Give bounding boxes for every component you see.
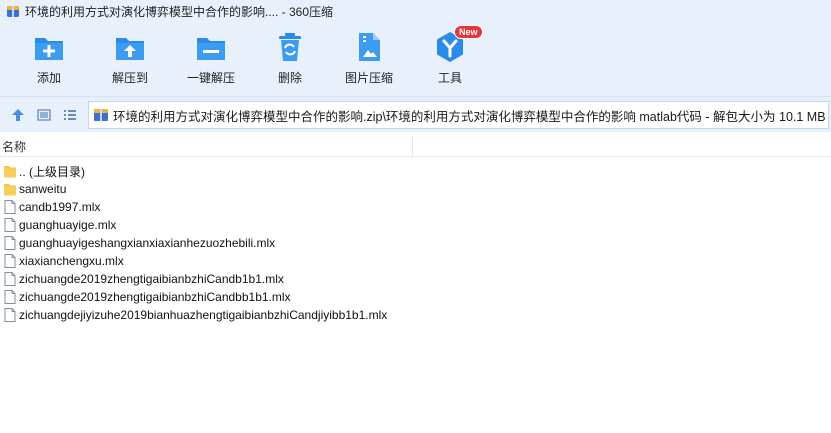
one-click-extract-icon: [197, 38, 225, 60]
title-bar: 环境的利用方式对演化博弈模型中合作的影响.... - 360压缩: [0, 0, 831, 22]
thumbnail-view-icon: [37, 109, 51, 121]
window-title: 环境的利用方式对演化博弈模型中合作的影响.... - 360压缩: [25, 4, 334, 19]
file-icon: [4, 236, 16, 250]
extract-to-label: 解压到: [111, 71, 148, 85]
tools-button[interactable]: New 工具: [415, 25, 485, 92]
folder-icon: [4, 166, 16, 178]
one-click-extract-label: 一键解压: [186, 71, 235, 85]
delete-icon: [279, 33, 301, 61]
file-name: zichuangde2019zhengtigaibianbzhiCandb1b1…: [19, 272, 284, 286]
image-compress-button[interactable]: 图片压缩: [334, 30, 404, 92]
file-name: guanghuayige.mlx: [19, 218, 117, 232]
list-item[interactable]: xiaxianchengxu.mlx: [0, 252, 831, 270]
file-list: .. (上级目录) sanweitu candb1997.mlx guanghu…: [0, 162, 831, 324]
file-icon: [4, 290, 16, 304]
extract-to-button[interactable]: 解压到: [95, 30, 165, 92]
column-header: 名称: [0, 137, 831, 157]
list-item[interactable]: candb1997.mlx: [0, 198, 831, 216]
list-item[interactable]: guanghuayigeshangxianxiaxianhezuozhebili…: [0, 234, 831, 252]
new-badge: New: [454, 25, 483, 39]
up-level-button[interactable]: [9, 106, 27, 124]
list-item[interactable]: zichuangdejiyizuhe2019bianhuazhengtigaib…: [0, 306, 831, 324]
file-name: sanweitu: [19, 182, 67, 196]
file-name: guanghuayigeshangxianxiaxianhezuozhebili…: [19, 236, 276, 250]
arrow-up-icon: [12, 109, 24, 121]
folder-icon: [4, 184, 16, 196]
name-column-header[interactable]: 名称: [0, 138, 26, 155]
thumbnail-view-button[interactable]: [35, 106, 53, 124]
file-icon: [4, 200, 16, 214]
archive-path: 环境的利用方式对演化博弈模型中合作的影响.zip\环境的利用方式对演化博弈模型中…: [113, 109, 826, 124]
delete-label: 删除: [277, 71, 302, 85]
extract-to-icon: [116, 38, 144, 60]
list-view-icon: [64, 110, 76, 120]
list-view-button[interactable]: [61, 106, 79, 124]
list-item-parent-directory[interactable]: .. (上级目录): [0, 162, 831, 180]
file-icon: [4, 272, 16, 286]
list-item[interactable]: zichuangde2019zhengtigaibianbzhiCandbb1b…: [0, 288, 831, 306]
file-name: zichuangde2019zhengtigaibianbzhiCandbb1b…: [19, 290, 291, 304]
file-name: zichuangdejiyizuhe2019bianhuazhengtigaib…: [19, 308, 388, 322]
add-archive-icon: [35, 38, 63, 60]
file-icon: [4, 254, 16, 268]
list-item[interactable]: zichuangde2019zhengtigaibianbzhiCandb1b1…: [0, 270, 831, 288]
app-header: 环境的利用方式对演化博弈模型中合作的影响.... - 360压缩 添加 解压到: [0, 0, 831, 96]
tools-label: 工具: [437, 71, 462, 85]
list-item[interactable]: sanweitu: [0, 180, 831, 198]
file-name: xiaxianchengxu.mlx: [19, 254, 124, 268]
add-label: 添加: [36, 71, 61, 85]
file-icon: [4, 308, 16, 322]
app-logo-icon: [7, 6, 19, 17]
add-button[interactable]: 添加: [14, 30, 84, 92]
toolbar: 添加 解压到 一键解压 删除 图片压缩 New 工具: [0, 24, 831, 94]
image-compress-icon: [359, 33, 380, 61]
column-divider[interactable]: [412, 137, 413, 157]
navigation-bar: 环境的利用方式对演化博弈模型中合作的影响.zip\环境的利用方式对演化博弈模型中…: [0, 96, 831, 132]
address-bar[interactable]: 环境的利用方式对演化博弈模型中合作的影响.zip\环境的利用方式对演化博弈模型中…: [88, 101, 829, 129]
delete-button[interactable]: 删除: [255, 30, 325, 92]
file-name: .. (上级目录): [19, 164, 85, 179]
image-compress-label: 图片压缩: [344, 71, 393, 85]
file-icon: [4, 218, 16, 232]
list-item[interactable]: guanghuayige.mlx: [0, 216, 831, 234]
zip-archive-icon: [94, 109, 108, 121]
file-name: candb1997.mlx: [19, 200, 101, 214]
one-click-extract-button[interactable]: 一键解压: [176, 30, 246, 92]
